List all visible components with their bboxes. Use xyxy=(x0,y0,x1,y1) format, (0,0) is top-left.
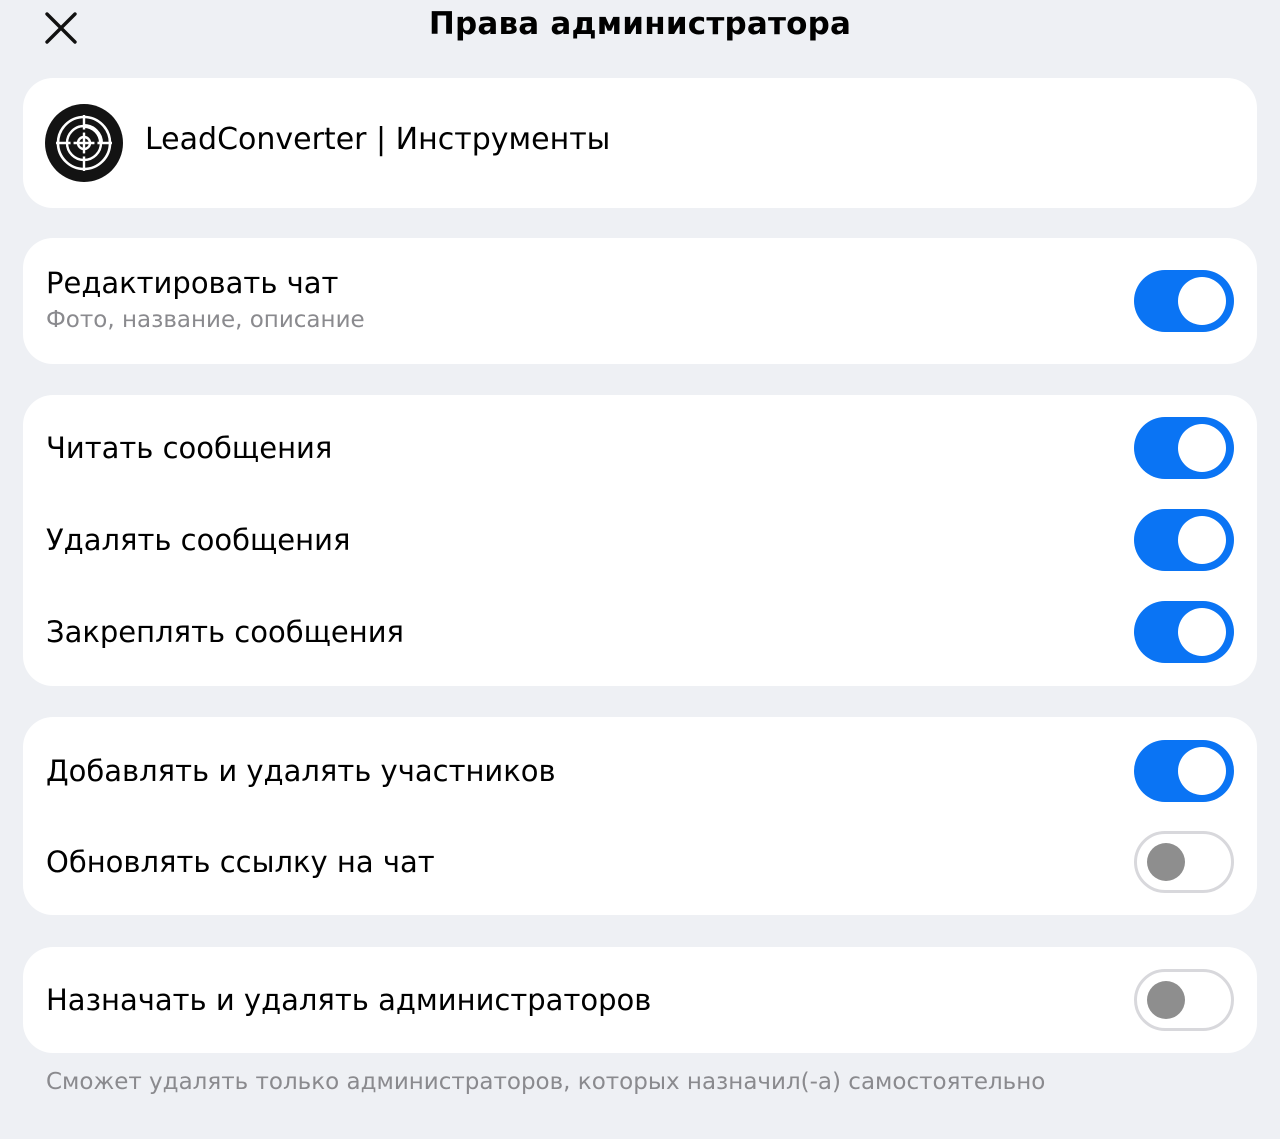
header: Права администратора xyxy=(0,0,1280,56)
toggle-knob xyxy=(1178,608,1226,656)
permission-label: Добавлять и удалять участников xyxy=(46,754,556,788)
manage-members-toggle[interactable] xyxy=(1134,740,1234,802)
permission-row-read-messages[interactable]: Читать сообщения xyxy=(23,402,1257,494)
permission-row-manage-admins[interactable]: Назначать и удалять администраторов xyxy=(23,954,1257,1046)
permission-row-update-link[interactable]: Обновлять ссылку на чат xyxy=(23,816,1257,908)
permission-row-pin-messages[interactable]: Закреплять сообщения xyxy=(23,586,1257,678)
delete-messages-toggle[interactable] xyxy=(1134,509,1234,571)
admins-footnote: Сможет удалять только администраторов, к… xyxy=(46,1069,1046,1095)
edit-chat-toggle[interactable] xyxy=(1134,270,1234,332)
permission-row-manage-members[interactable]: Добавлять и удалять участников xyxy=(23,725,1257,817)
channel-card[interactable]: LeadConverter | Инструменты xyxy=(23,78,1257,208)
permission-label: Назначать и удалять администраторов xyxy=(46,983,652,1017)
pin-messages-toggle[interactable] xyxy=(1134,601,1234,663)
permission-label: Удалять сообщения xyxy=(46,523,351,557)
messages-card: Читать сообщения Удалять сообщения Закре… xyxy=(23,395,1257,686)
toggle-knob xyxy=(1178,516,1226,564)
permission-sublabel: Фото, название, описание xyxy=(46,307,365,333)
target-logo-icon xyxy=(45,104,123,182)
permission-row-delete-messages[interactable]: Удалять сообщения xyxy=(23,494,1257,586)
read-messages-toggle[interactable] xyxy=(1134,417,1234,479)
admins-card: Назначать и удалять администраторов xyxy=(23,947,1257,1053)
page-title: Права администратора xyxy=(428,6,852,42)
permission-label: Закреплять сообщения xyxy=(46,615,404,649)
permission-label: Редактировать чат xyxy=(46,266,339,300)
permission-label: Обновлять ссылку на чат xyxy=(46,845,435,879)
channel-name: LeadConverter | Инструменты xyxy=(145,122,611,157)
permission-label: Читать сообщения xyxy=(46,431,333,465)
toggle-knob xyxy=(1178,424,1226,472)
toggle-knob xyxy=(1147,843,1185,881)
manage-admins-toggle[interactable] xyxy=(1134,969,1234,1031)
update-link-toggle[interactable] xyxy=(1134,831,1234,893)
toggle-knob xyxy=(1178,747,1226,795)
edit-chat-card: Редактировать чат Фото, название, описан… xyxy=(23,238,1257,364)
permission-row-edit-chat[interactable]: Редактировать чат Фото, название, описан… xyxy=(23,238,1257,364)
members-card: Добавлять и удалять участников Обновлять… xyxy=(23,717,1257,915)
toggle-knob xyxy=(1147,981,1185,1019)
toggle-knob xyxy=(1178,277,1226,325)
